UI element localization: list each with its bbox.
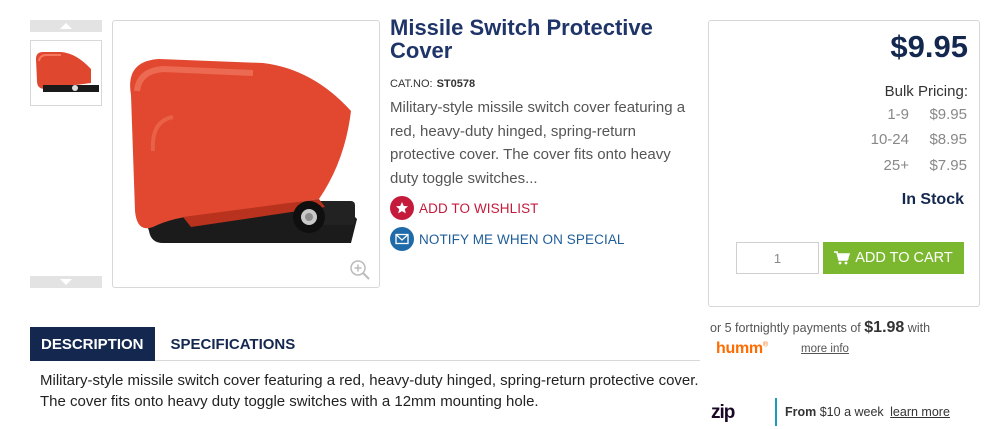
catno-label: CAT.NO: xyxy=(390,78,433,90)
catalogue-number: CAT.NO: ST0578 xyxy=(390,78,475,90)
notify-label: NOTIFY ME WHEN ON SPECIAL xyxy=(419,231,625,247)
tab-specifications[interactable]: SPECIFICATIONS xyxy=(155,327,312,361)
zip-learn-more-link[interactable]: learn more xyxy=(890,405,950,419)
humm-more-info-link[interactable]: more info xyxy=(801,343,849,355)
product-tabs: DESCRIPTION SPECIFICATIONS xyxy=(30,327,700,361)
tier-price: $8.95 xyxy=(929,131,967,148)
humm-payment-info: or 5 fortnightly payments of $1.98 with xyxy=(710,319,930,337)
add-to-wishlist-link[interactable]: ADD TO WISHLIST xyxy=(390,196,539,220)
zip-logo: zip xyxy=(711,402,735,423)
zip-payment-info: From $10 a week learn more xyxy=(785,405,950,419)
product-price: $9.95 xyxy=(890,29,968,64)
tab-description[interactable]: DESCRIPTION xyxy=(30,327,155,361)
humm-suffix: with xyxy=(907,321,931,335)
catno-value: ST0578 xyxy=(436,78,476,90)
product-title: Missile Switch Protective Cover xyxy=(390,15,653,63)
humm-logo: humm® xyxy=(716,340,768,357)
thumbnail-image xyxy=(36,52,99,92)
price-panel: $9.95 Bulk Pricing: 1-9 $9.95 10-24 $8.9… xyxy=(708,20,980,307)
product-photo xyxy=(130,59,357,243)
product-short-description: Military-style missile switch cover feat… xyxy=(390,99,686,187)
humm-amount: $1.98 xyxy=(864,319,905,336)
tier-quantity: 25+ xyxy=(883,157,909,174)
zip-from-label: From xyxy=(785,405,817,419)
zoom-icon[interactable] xyxy=(349,259,371,281)
tier-quantity: 10-24 xyxy=(870,131,909,148)
quantity-input[interactable] xyxy=(736,242,819,274)
bulk-tier-row: 10-24 $8.95 xyxy=(709,131,981,153)
tier-quantity: 1-9 xyxy=(887,106,909,123)
zip-divider xyxy=(775,398,777,426)
stock-status: In Stock xyxy=(901,191,964,208)
envelope-icon xyxy=(390,227,414,251)
description-content: Military-style missile switch cover feat… xyxy=(40,372,699,410)
chevron-down-icon xyxy=(60,279,72,285)
humm-prefix: or 5 fortnightly payments of xyxy=(710,321,861,335)
cart-icon xyxy=(834,251,851,265)
bulk-tier-row: 1-9 $9.95 xyxy=(709,106,981,128)
tier-price: $7.95 xyxy=(929,157,967,174)
thumbnail-scroll-up-button[interactable] xyxy=(30,20,102,32)
notify-on-special-link[interactable]: NOTIFY ME WHEN ON SPECIAL xyxy=(390,227,625,251)
main-product-image[interactable] xyxy=(112,20,380,288)
product-thumbnail[interactable] xyxy=(30,40,102,106)
zip-amount: $10 a week xyxy=(819,405,884,419)
wishlist-label: ADD TO WISHLIST xyxy=(419,200,539,216)
bulk-tier-row: 25+ $7.95 xyxy=(709,157,981,179)
tier-price: $9.95 xyxy=(929,106,967,123)
add-to-cart-label: ADD TO CART xyxy=(855,250,953,266)
thumbnail-scroll-down-button[interactable] xyxy=(30,276,102,288)
bulk-pricing-title: Bulk Pricing: xyxy=(884,83,968,100)
add-to-cart-button[interactable]: ADD TO CART xyxy=(823,242,964,274)
humm-logo-text: humm xyxy=(716,340,763,357)
chevron-up-icon xyxy=(60,23,72,29)
star-icon xyxy=(390,196,414,220)
